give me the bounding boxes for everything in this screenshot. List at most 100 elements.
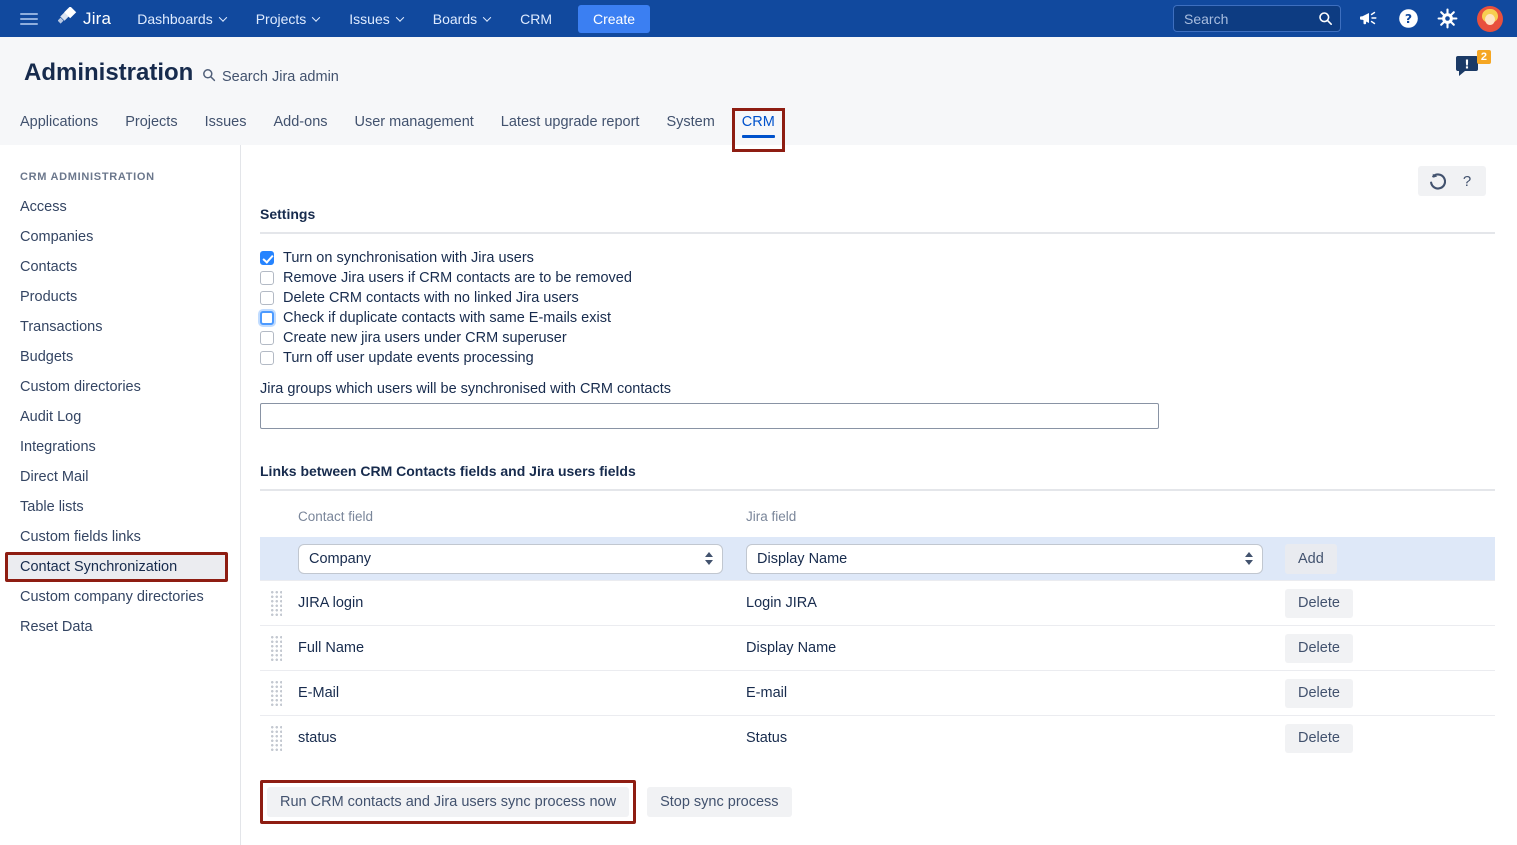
chevron-down-icon bbox=[218, 13, 226, 21]
tab-issues[interactable]: Issues bbox=[205, 114, 247, 145]
crm-admin-sidebar: CRM ADMINISTRATION Access Companies Cont… bbox=[0, 145, 241, 845]
sidebar-item-reset-data[interactable]: Reset Data bbox=[0, 612, 240, 642]
nav-menu: Dashboards Projects Issues Boards CRM bbox=[137, 11, 552, 27]
checkbox-label: Remove Jira users if CRM contacts are to… bbox=[283, 270, 632, 286]
admin-header: Administration Search Jira admin ! 2 App… bbox=[0, 37, 1517, 145]
delete-button[interactable]: Delete bbox=[1285, 589, 1353, 618]
chevron-down-icon bbox=[312, 13, 320, 21]
setting-row: Check if duplicate contacts with same E-… bbox=[260, 308, 1495, 328]
links-table-header: Contact field Jira field bbox=[260, 491, 1495, 537]
sidebar-item-integrations[interactable]: Integrations bbox=[0, 432, 240, 462]
nav-item-crm[interactable]: CRM bbox=[520, 11, 552, 27]
notification-badge: 2 bbox=[1477, 50, 1491, 64]
tab-crm[interactable]: CRM bbox=[742, 114, 775, 145]
select-arrows-icon bbox=[705, 552, 713, 565]
sidebar-item-contacts[interactable]: Contacts bbox=[0, 252, 240, 282]
announcements-icon[interactable] bbox=[1358, 8, 1380, 30]
admin-search[interactable]: Search Jira admin bbox=[202, 68, 339, 86]
jira-groups-label: Jira groups which users will be synchron… bbox=[260, 381, 1495, 397]
jira-field-cell: E-mail bbox=[746, 685, 1285, 701]
checkbox-turn-off-update-events[interactable] bbox=[260, 351, 274, 365]
sidebar-item-direct-mail[interactable]: Direct Mail bbox=[0, 462, 240, 492]
checkbox-remove-jira-users[interactable] bbox=[260, 271, 274, 285]
table-row: status Status Delete bbox=[260, 715, 1495, 760]
table-row: JIRA login Login JIRA Delete bbox=[260, 580, 1495, 625]
top-navbar: Jira Dashboards Projects Issues Boards C… bbox=[0, 0, 1517, 37]
contact-field-cell: Full Name bbox=[298, 640, 746, 656]
contact-field-cell: status bbox=[298, 730, 746, 746]
delete-button[interactable]: Delete bbox=[1285, 679, 1353, 708]
drag-handle-icon[interactable] bbox=[269, 634, 282, 663]
chevron-down-icon bbox=[396, 13, 404, 21]
svg-text:!: ! bbox=[1464, 58, 1469, 72]
contact-field-select-value: Company bbox=[309, 551, 371, 567]
hamburger-menu-icon[interactable] bbox=[20, 13, 38, 25]
tab-projects[interactable]: Projects bbox=[125, 114, 177, 145]
add-button[interactable]: Add bbox=[1285, 544, 1337, 574]
gear-icon[interactable] bbox=[1436, 8, 1458, 30]
sidebar-item-budgets[interactable]: Budgets bbox=[0, 342, 240, 372]
sidebar-item-custom-directories[interactable]: Custom directories bbox=[0, 372, 240, 402]
delete-button[interactable]: Delete bbox=[1285, 724, 1353, 753]
settings-checkbox-list: Turn on synchronisation with Jira users … bbox=[260, 248, 1495, 368]
checkbox-create-under-superuser[interactable] bbox=[260, 331, 274, 345]
drag-handle-icon[interactable] bbox=[269, 589, 282, 618]
column-header-jira-field: Jira field bbox=[746, 509, 1285, 524]
drag-handle-icon[interactable] bbox=[269, 679, 282, 708]
sidebar-item-custom-company-directories[interactable]: Custom company directories bbox=[0, 582, 240, 612]
links-heading: Links between CRM Contacts fields and Ji… bbox=[260, 463, 1495, 491]
sidebar-heading: CRM ADMINISTRATION bbox=[20, 171, 240, 183]
notification-icon[interactable]: ! 2 bbox=[1455, 54, 1487, 84]
tab-applications[interactable]: Applications bbox=[20, 114, 98, 145]
table-row: E-Mail E-mail Delete bbox=[260, 670, 1495, 715]
tab-user-management[interactable]: User management bbox=[355, 114, 474, 145]
refresh-button[interactable] bbox=[1422, 167, 1452, 195]
sidebar-item-table-lists[interactable]: Table lists bbox=[0, 492, 240, 522]
jira-field-select[interactable]: Display Name bbox=[746, 544, 1263, 574]
sidebar-item-access[interactable]: Access bbox=[0, 192, 240, 222]
jira-groups-input[interactable] bbox=[260, 403, 1159, 429]
tab-system[interactable]: System bbox=[666, 114, 714, 145]
setting-row: Remove Jira users if CRM contacts are to… bbox=[260, 268, 1495, 288]
nav-item-dashboards[interactable]: Dashboards bbox=[137, 11, 226, 27]
add-link-row: Company Display Name Add bbox=[260, 537, 1495, 580]
checkbox-label: Turn on synchronisation with Jira users bbox=[283, 250, 534, 266]
jira-logo[interactable]: Jira bbox=[58, 7, 111, 31]
setting-row: Delete CRM contacts with no linked Jira … bbox=[260, 288, 1495, 308]
nav-item-projects[interactable]: Projects bbox=[256, 11, 320, 27]
checkbox-check-duplicates[interactable] bbox=[260, 311, 274, 325]
checkbox-delete-crm-contacts[interactable] bbox=[260, 291, 274, 305]
tab-latest-upgrade-report[interactable]: Latest upgrade report bbox=[501, 114, 640, 145]
settings-heading: Settings bbox=[260, 206, 1495, 234]
run-sync-button[interactable]: Run CRM contacts and Jira users sync pro… bbox=[267, 787, 629, 817]
checkbox-turn-on-sync[interactable] bbox=[260, 251, 274, 265]
sidebar-item-products[interactable]: Products bbox=[0, 282, 240, 312]
sync-actions: Run CRM contacts and Jira users sync pro… bbox=[260, 780, 1495, 824]
drag-handle-icon[interactable] bbox=[269, 724, 282, 753]
checkbox-label: Delete CRM contacts with no linked Jira … bbox=[283, 290, 579, 306]
help-icon[interactable]: ? bbox=[1397, 8, 1419, 30]
brand-name: Jira bbox=[83, 9, 111, 29]
user-avatar[interactable] bbox=[1477, 6, 1503, 32]
setting-row: Create new jira users under CRM superuse… bbox=[260, 328, 1495, 348]
global-search-input[interactable] bbox=[1173, 5, 1341, 32]
delete-button[interactable]: Delete bbox=[1285, 634, 1353, 663]
global-search bbox=[1173, 5, 1341, 32]
tab-add-ons[interactable]: Add-ons bbox=[274, 114, 328, 145]
sidebar-item-transactions[interactable]: Transactions bbox=[0, 312, 240, 342]
navbar-right: ? bbox=[1173, 5, 1503, 32]
jira-field-select-value: Display Name bbox=[757, 551, 847, 567]
admin-tabs: Applications Projects Issues Add-ons Use… bbox=[20, 114, 775, 145]
stop-sync-button[interactable]: Stop sync process bbox=[647, 787, 791, 817]
sidebar-item-custom-fields-links[interactable]: Custom fields links bbox=[0, 522, 240, 552]
checkbox-label: Check if duplicate contacts with same E-… bbox=[283, 310, 611, 326]
nav-item-boards[interactable]: Boards bbox=[433, 11, 490, 27]
contact-field-select[interactable]: Company bbox=[298, 544, 723, 574]
chevron-down-icon bbox=[483, 13, 491, 21]
create-button[interactable]: Create bbox=[578, 5, 650, 33]
nav-item-issues[interactable]: Issues bbox=[349, 11, 402, 27]
sidebar-item-companies[interactable]: Companies bbox=[0, 222, 240, 252]
help-button[interactable]: ? bbox=[1452, 167, 1482, 195]
sidebar-item-audit-log[interactable]: Audit Log bbox=[0, 402, 240, 432]
sidebar-item-contact-synchronization[interactable]: Contact Synchronization bbox=[5, 552, 228, 582]
